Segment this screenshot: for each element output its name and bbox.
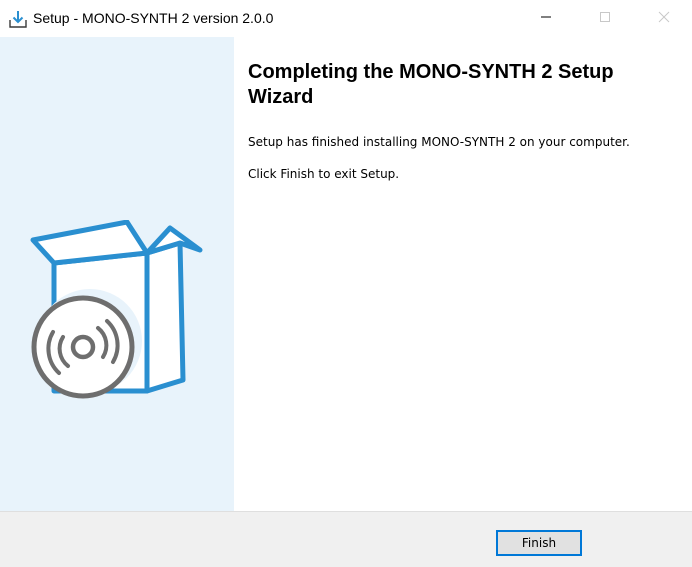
installer-download-icon	[8, 9, 28, 29]
title-bar: Setup - MONO-SYNTH 2 version 2.0.0	[0, 0, 692, 37]
finish-button[interactable]: Finish	[496, 530, 582, 556]
wizard-content: Completing the MONO-SYNTH 2 Setup Wizard…	[234, 37, 692, 511]
window-title: Setup - MONO-SYNTH 2 version 2.0.0	[33, 10, 274, 26]
install-finished-message: Setup has finished installing MONO-SYNTH…	[248, 135, 630, 149]
maximize-button[interactable]	[582, 0, 628, 37]
minimize-icon	[540, 10, 552, 28]
page-title: Completing the MONO-SYNTH 2 Setup Wizard	[248, 61, 614, 108]
wizard-side-panel	[0, 37, 234, 511]
close-button[interactable]	[641, 0, 687, 37]
minimize-button[interactable]	[523, 0, 569, 37]
wizard-button-bar: Finish	[0, 511, 692, 567]
close-icon	[658, 10, 670, 28]
exit-instruction-message: Click Finish to exit Setup.	[248, 167, 400, 181]
maximize-icon	[599, 10, 611, 28]
software-box-with-disc-icon	[28, 219, 206, 405]
